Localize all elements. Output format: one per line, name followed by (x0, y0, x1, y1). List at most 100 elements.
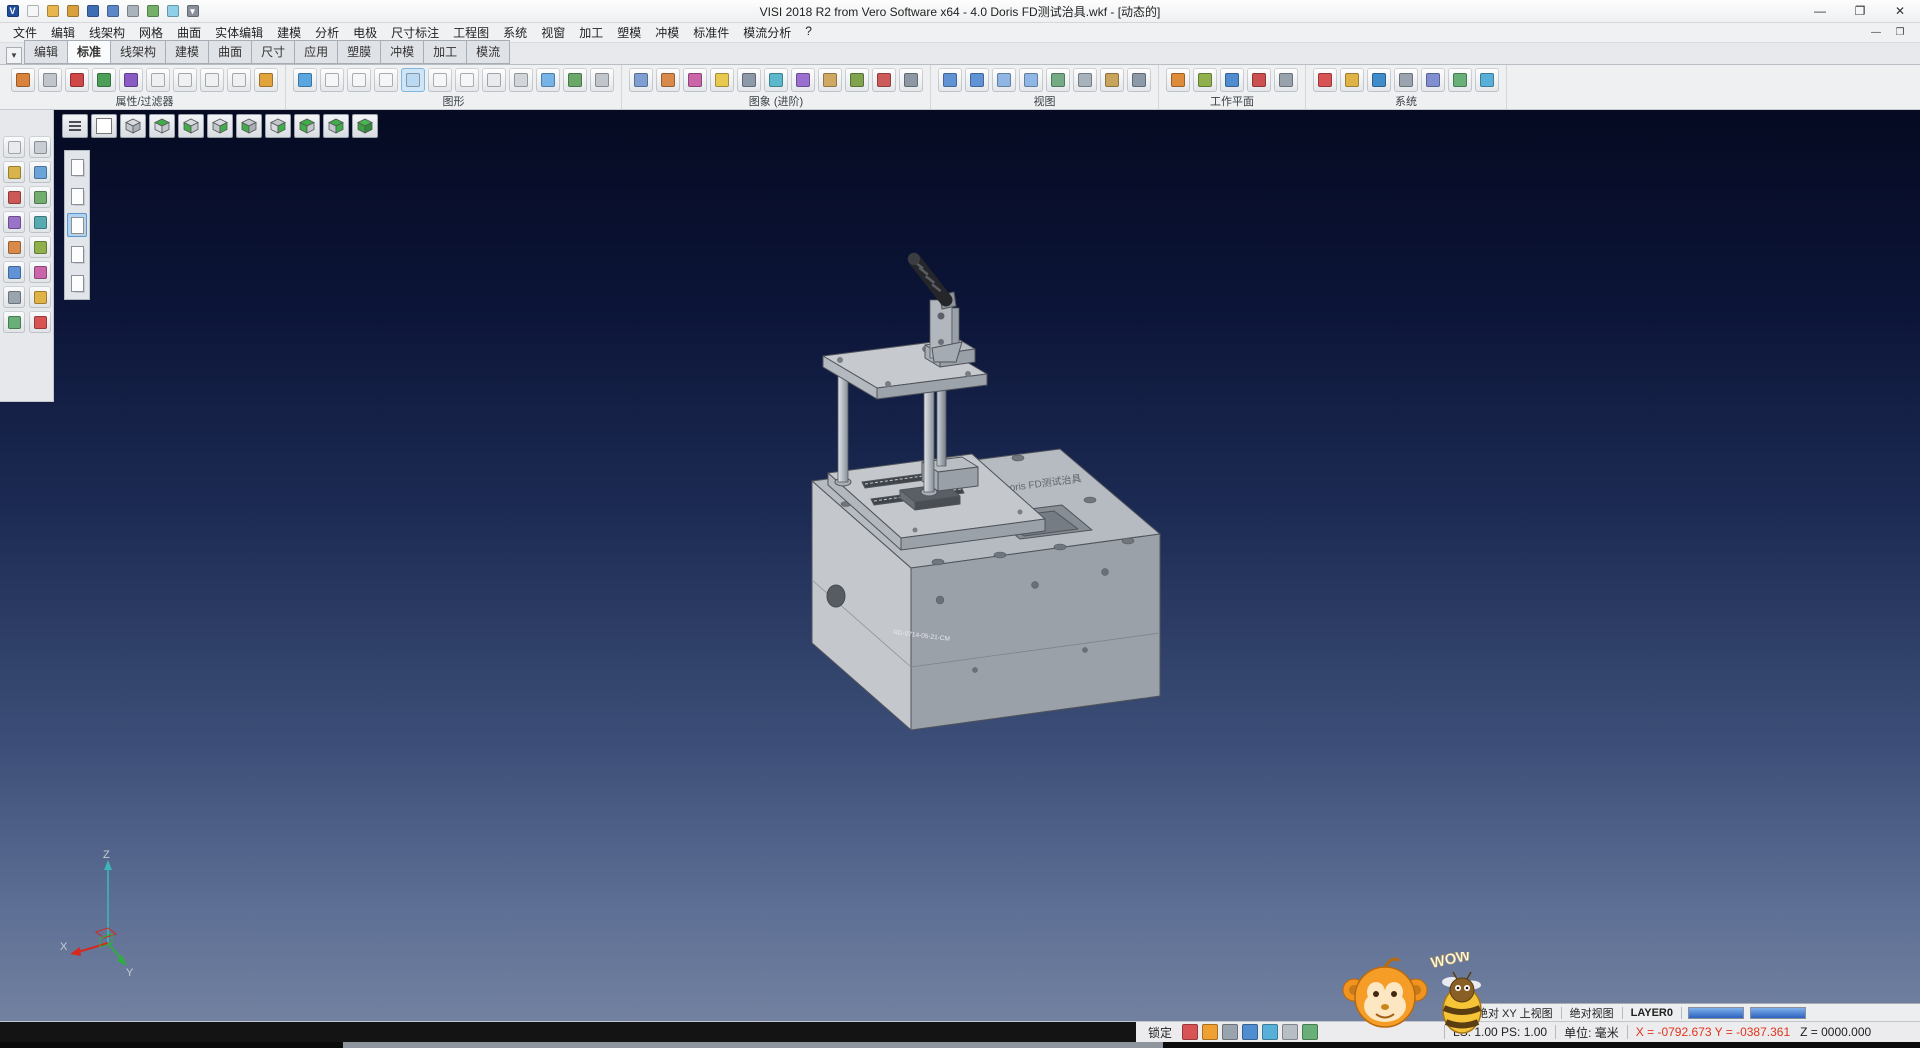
redraw-icon[interactable] (293, 68, 317, 92)
copy-attributes-icon[interactable] (38, 68, 62, 92)
mask-surfaces-icon[interactable] (200, 68, 224, 92)
tab-standard[interactable]: 标准 (68, 40, 111, 64)
menu-item-help[interactable]: ? (798, 22, 819, 43)
print-icon[interactable] (124, 3, 141, 20)
new-document-icon[interactable] (24, 3, 41, 20)
help-status-icon[interactable] (1262, 1024, 1278, 1040)
modify-attributes-icon[interactable] (11, 68, 35, 92)
snap-tangent-icon[interactable] (29, 211, 51, 233)
snap-settings-icon[interactable] (1340, 68, 1364, 92)
snap-intersection-icon[interactable] (3, 211, 25, 233)
textures-icon[interactable] (683, 68, 707, 92)
iso-left-view-icon[interactable] (294, 114, 320, 138)
zoom-extents-icon[interactable] (563, 68, 587, 92)
extend-icon[interactable] (29, 236, 51, 258)
iso-right-view-icon[interactable] (323, 114, 349, 138)
snap-lock-toggle[interactable]: 锁定 (1136, 1024, 1182, 1041)
menu-item-press[interactable]: 冲模 (648, 22, 686, 43)
tab-overflow-button[interactable]: ▼ (6, 47, 22, 64)
render-setup-icon[interactable] (629, 68, 653, 92)
maximize-button[interactable]: ❐ (1840, 0, 1880, 22)
fillet-icon[interactable] (3, 261, 25, 283)
multi-select-icon[interactable] (29, 136, 51, 158)
viewport-settings-icon[interactable] (1127, 68, 1151, 92)
reset-workplane-icon[interactable] (1247, 68, 1271, 92)
view-cube-status-icon[interactable] (1282, 1024, 1298, 1040)
align-workplane-icon[interactable] (1193, 68, 1217, 92)
snap-quadrant-icon[interactable] (29, 186, 51, 208)
transparent-icon[interactable] (428, 68, 452, 92)
rotate-icon[interactable] (29, 286, 51, 308)
delete-icon[interactable] (29, 311, 51, 333)
shaded-icon[interactable] (374, 68, 398, 92)
active-layer-indicator[interactable]: LAYER0 (1623, 1007, 1681, 1019)
mask-curves-icon[interactable] (173, 68, 197, 92)
info-icon[interactable] (1475, 68, 1499, 92)
hidden-line-icon[interactable] (347, 68, 371, 92)
snap-point-icon[interactable] (3, 161, 25, 183)
assistant-status-icon[interactable] (1202, 1024, 1218, 1040)
layer-colors-status-icon[interactable] (1302, 1024, 1318, 1040)
reflection-icon[interactable] (791, 68, 815, 92)
previous-view-icon[interactable] (1073, 68, 1097, 92)
snap-status-icon[interactable] (1182, 1024, 1198, 1040)
advanced-display-icon[interactable] (899, 68, 923, 92)
tab-modelling[interactable]: 建模 (166, 40, 209, 64)
mask-solids-icon[interactable] (227, 68, 251, 92)
menu-item-flow-analysis[interactable]: 模流分析 (736, 22, 798, 43)
select-icon[interactable] (3, 136, 25, 158)
preview-icon[interactable] (144, 3, 161, 20)
trim-icon[interactable] (3, 236, 25, 258)
database-icon[interactable] (1448, 68, 1472, 92)
backface-icon[interactable] (509, 68, 533, 92)
element-filter-icon[interactable] (119, 68, 143, 92)
visi-logo-icon[interactable]: V (4, 3, 21, 20)
snapshot-icon[interactable] (818, 68, 842, 92)
tab-dimension[interactable]: 尺寸 (252, 40, 295, 64)
toolbar-options-icon[interactable]: ▾ (184, 3, 201, 20)
view-preset-1[interactable] (67, 155, 87, 179)
mask-points-icon[interactable] (146, 68, 170, 92)
iso-view-icon[interactable] (120, 114, 146, 138)
layer-manager-icon[interactable] (92, 68, 116, 92)
taskbar-app-button[interactable] (343, 1042, 1163, 1048)
view-preset-3[interactable] (67, 213, 87, 237)
tab-application[interactable]: 应用 (295, 40, 338, 64)
flat-shading-icon[interactable] (482, 68, 506, 92)
view-preset-4[interactable] (67, 242, 87, 266)
tab-press[interactable]: 冲模 (381, 40, 424, 64)
mirror-icon[interactable] (3, 311, 25, 333)
open-recent-icon[interactable] (64, 3, 81, 20)
tab-machining[interactable]: 加工 (424, 40, 467, 64)
menu-item-window[interactable]: 视窗 (534, 22, 572, 43)
image-export-icon[interactable] (845, 68, 869, 92)
tab-edit[interactable]: 编辑 (24, 40, 68, 64)
display-options-icon[interactable] (590, 68, 614, 92)
named-views-icon[interactable] (1100, 68, 1124, 92)
gouraud-icon[interactable] (455, 68, 479, 92)
pan-view-icon[interactable] (1046, 68, 1070, 92)
view-preset-2[interactable] (67, 184, 87, 208)
bottom-view-icon[interactable] (265, 114, 291, 138)
back-view-icon[interactable] (236, 114, 262, 138)
color-table-icon[interactable] (1313, 68, 1337, 92)
mdi-minimize-button[interactable]: — (1868, 27, 1884, 38)
close-button[interactable]: ✕ (1880, 0, 1920, 22)
system-settings-icon[interactable] (1394, 68, 1418, 92)
side-view-icon[interactable] (207, 114, 233, 138)
zoom-status-icon[interactable] (1242, 1024, 1258, 1040)
view-list-icon[interactable] (62, 114, 88, 138)
menu-item-machining[interactable]: 加工 (572, 22, 610, 43)
minimize-button[interactable]: — (1800, 0, 1840, 22)
save-icon[interactable] (84, 3, 101, 20)
zoom-all-icon[interactable] (938, 68, 962, 92)
color-filter-icon[interactable] (65, 68, 89, 92)
tab-flow[interactable]: 模流 (467, 40, 510, 64)
zoom-window-icon[interactable] (965, 68, 989, 92)
tab-mould[interactable]: 塑膜 (338, 40, 381, 64)
environment-icon[interactable] (764, 68, 788, 92)
translate-icon[interactable] (3, 286, 25, 308)
zoom-in-icon[interactable] (992, 68, 1016, 92)
empty-view-icon[interactable] (91, 114, 117, 138)
workplane-by-view-icon[interactable] (1220, 68, 1244, 92)
